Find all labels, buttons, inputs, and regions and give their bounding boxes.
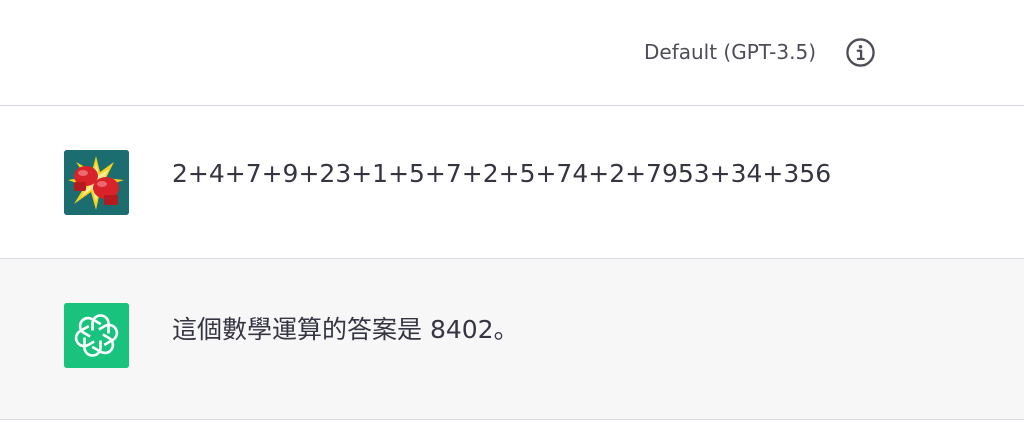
assistant-message-row: 這個數學運算的答案是 8402。 — [0, 259, 1024, 420]
user-message-text: 2+4+7+9+23+1+5+7+2+5+74+2+7953+34+356 — [172, 159, 832, 188]
model-header-bar: Default (GPT-3.5) — [0, 0, 1024, 106]
info-icon[interactable] — [845, 37, 876, 68]
assistant-avatar — [64, 303, 129, 368]
openai-logo-icon — [64, 303, 129, 368]
user-avatar — [64, 150, 129, 215]
assistant-message-text: 這個數學運算的答案是 8402。 — [172, 315, 519, 344]
model-label: Default (GPT-3.5) — [644, 40, 817, 64]
boxing-gloves-avatar-icon — [64, 150, 129, 215]
chat-page: Default (GPT-3.5) 2+4+7+9+23+1+5+7+2+5+7… — [0, 0, 1024, 422]
user-message-row: 2+4+7+9+23+1+5+7+2+5+74+2+7953+34+356 — [0, 106, 1024, 259]
